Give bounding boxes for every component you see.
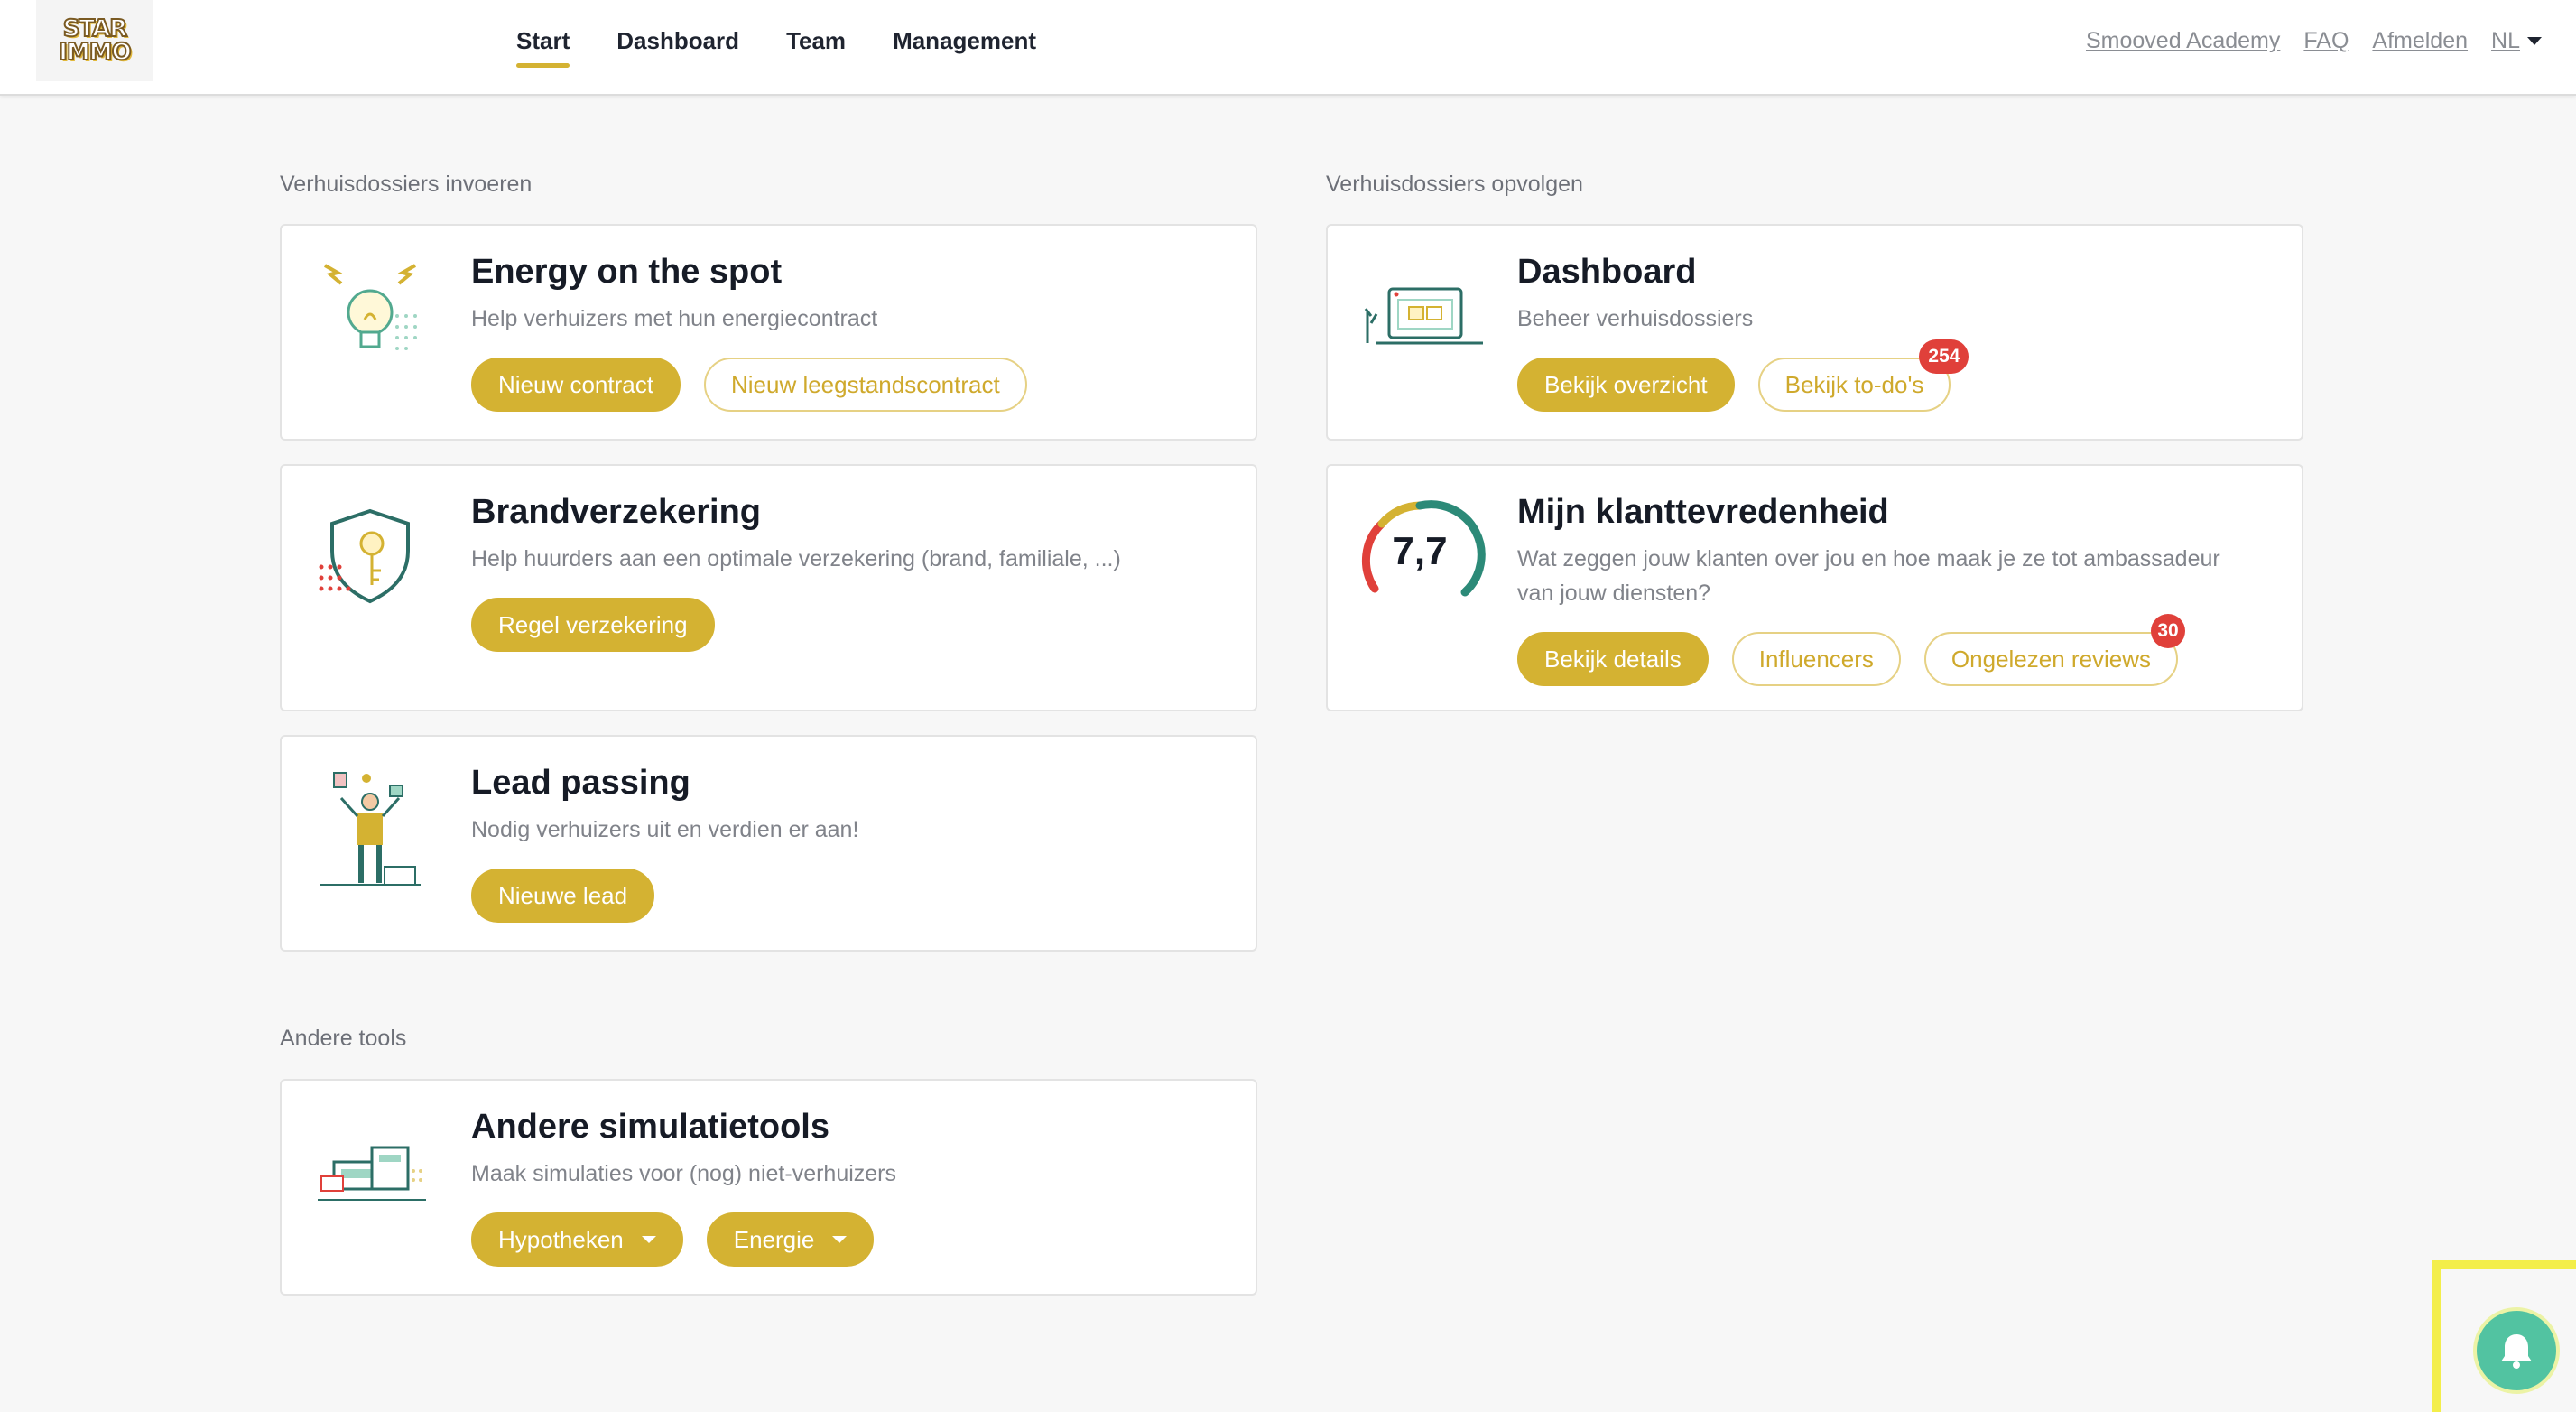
nav-start[interactable]: Start (516, 27, 570, 68)
section-title-other: Andere tools (280, 1026, 407, 1051)
dashboard-subtitle: Beheer verhuisdossiers (1517, 306, 1754, 331)
energy-subtitle: Help verhuizers met hun energiecontract (471, 306, 878, 331)
satisfaction-title: Mijn klanttevredenheid (1517, 493, 1889, 531)
simulation-tools-actions: Hypotheken Energie (471, 1212, 897, 1267)
satisfaction-score-gauge: 7,7 (1360, 498, 1487, 607)
star-immo-logo[interactable]: STAR IMMO (36, 0, 153, 81)
caret-down-icon (832, 1236, 848, 1243)
energy-dropdown-button[interactable]: Energie (706, 1212, 875, 1267)
new-vacancy-contract-button[interactable]: Nieuw leegstandscontract (703, 358, 1027, 412)
section-title-enter: Verhuisdossiers invoeren (280, 172, 533, 197)
faq-link[interactable]: FAQ (2303, 28, 2349, 54)
fire-insurance-card: Brandverzekering Help huurders aan een o… (280, 464, 1257, 711)
lead-passing-actions: Nieuwe lead (471, 869, 678, 923)
logo-line-2: IMMO (58, 39, 133, 66)
unread-reviews-badge: 30 (2151, 614, 2186, 648)
lead-passing-subtitle: Nodig verhuizers uit en verdien er aan! (471, 817, 859, 842)
lightbulb-icon (324, 264, 417, 350)
view-todos-label: Bekijk to-do's (1784, 370, 1924, 398)
simulation-tools-subtitle: Maak simulaties voor (nog) niet-verhuize… (471, 1161, 897, 1186)
lead-passing-title: Lead passing (471, 764, 690, 802)
shield-key-icon (319, 508, 410, 604)
logo-line-1: STAR (62, 15, 129, 42)
influencers-button[interactable]: Influencers (1731, 632, 1901, 686)
energy-card: Energy on the spot Help verhuizers met h… (280, 224, 1257, 441)
energy-actions: Nieuw contract Nieuw leegstandscontract (471, 358, 1051, 412)
fire-insurance-title: Brandverzekering (471, 493, 762, 531)
unread-reviews-button[interactable]: Ongelezen reviews 30 (1923, 614, 2186, 686)
fire-insurance-subtitle: Help huurders aan een optimale verzekeri… (471, 546, 1121, 571)
fire-insurance-actions: Regel verzekering (471, 598, 738, 652)
smooved-academy-link[interactable]: Smooved Academy (2086, 28, 2280, 54)
arrange-insurance-button[interactable]: Regel verzekering (471, 598, 715, 652)
logout-link[interactable]: Afmelden (2372, 28, 2468, 54)
view-overview-button[interactable]: Bekijk overzicht (1517, 358, 1735, 412)
language-label: NL (2491, 27, 2520, 53)
satisfaction-score-value: 7,7 (1392, 529, 1448, 573)
new-contract-button[interactable]: Nieuw contract (471, 358, 681, 412)
satisfaction-card: 7,7 Mijn klanttevredenheid Wat zeggen jo… (1326, 464, 2303, 711)
lead-passing-card: Lead passing Nodig verhuizers uit en ver… (280, 735, 1257, 952)
juggler-icon (320, 772, 421, 886)
top-links: Smooved Academy FAQ Afmelden NL (2062, 0, 2542, 81)
nav-management[interactable]: Management (893, 27, 1036, 55)
top-navigation-bar: STAR IMMO Start Dashboard Team Managemen… (0, 0, 2576, 96)
nav-team[interactable]: Team (786, 27, 846, 55)
laptop-icon (1364, 287, 1483, 345)
notifications-button[interactable] (2473, 1307, 2560, 1394)
satisfaction-subtitle-line-2: van jouw diensten? (1517, 581, 1711, 606)
simulation-tools-title: Andere simulatietools (471, 1108, 829, 1146)
unread-reviews-label: Ongelezen reviews (1951, 645, 2152, 673)
simulation-tools-card: Andere simulatietools Maak simulaties vo… (280, 1079, 1257, 1296)
caret-down-icon (2527, 36, 2542, 45)
new-lead-button[interactable]: Nieuwe lead (471, 869, 655, 923)
mortgages-label: Hypotheken (498, 1225, 624, 1253)
dashboard-card: Dashboard Beheer verhuisdossiers Bekijk … (1326, 224, 2303, 441)
satisfaction-subtitle-line-1: Wat zeggen jouw klanten over jou en hoe … (1517, 546, 2220, 571)
energy-label: Energie (733, 1225, 815, 1253)
todo-count-badge: 254 (1919, 339, 1969, 374)
bell-icon (2501, 1334, 2532, 1369)
satisfaction-actions: Bekijk details Influencers Ongelezen rev… (1517, 614, 2201, 686)
caret-down-icon (641, 1236, 656, 1243)
view-todos-button[interactable]: Bekijk to-do's 254 (1757, 339, 1969, 412)
mortgages-dropdown-button[interactable]: Hypotheken (471, 1212, 683, 1267)
energy-title: Energy on the spot (471, 253, 783, 291)
main-nav: Start Dashboard Team Management (516, 0, 1083, 81)
nav-dashboard[interactable]: Dashboard (616, 27, 739, 55)
calculator-icon (318, 1146, 426, 1201)
dashboard-title: Dashboard (1517, 253, 1697, 291)
view-details-button[interactable]: Bekijk details (1517, 632, 1709, 686)
dashboard-actions: Bekijk overzicht Bekijk to-do's 254 (1517, 339, 1974, 412)
language-selector[interactable]: NL (2491, 28, 2542, 54)
section-title-follow: Verhuisdossiers opvolgen (1326, 172, 1583, 197)
